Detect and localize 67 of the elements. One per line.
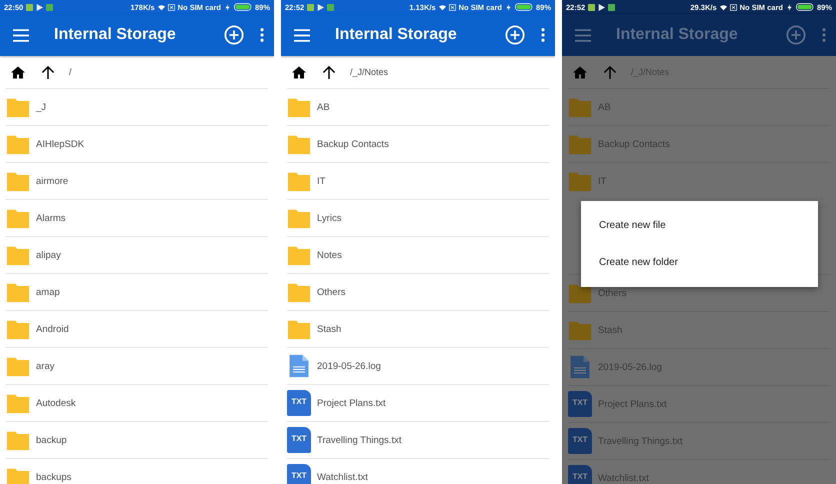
more-options-icon[interactable] [541,28,545,42]
play-icon [317,4,324,10]
file-name[interactable]: 2019-05-26.log [317,360,381,372]
file-name[interactable]: Notes [317,250,342,260]
file-name[interactable]: Alarms [36,212,66,224]
play-icon [36,4,44,10]
text-file-icon: TXT [287,427,311,453]
play-icon [598,4,606,10]
text-file-icon: TXT [287,390,311,416]
battery-icon [514,3,533,11]
wifi-icon [158,4,165,10]
app-title: Internal Storage [54,26,177,44]
file-name[interactable]: Stash [317,324,342,334]
notification-icon [46,4,54,10]
file-name[interactable]: alipay [36,250,61,260]
file-name[interactable]: AIHlepSDK [36,138,84,150]
add-icon[interactable] [786,25,806,45]
file-name[interactable]: Travelling Things.txt [317,434,402,446]
more-options-icon[interactable] [260,28,264,42]
battery-icon [796,3,814,11]
file-name[interactable]: Android [36,324,69,334]
notification-icon [608,4,616,10]
notification-icon [588,4,596,10]
file-name[interactable]: _J [36,102,46,112]
file-name[interactable]: backup [36,434,67,446]
sim-icon [168,4,175,10]
file-name[interactable]: Lyrics [317,212,342,224]
current-path: /_J/Notes [350,67,388,77]
sim-icon [448,4,456,10]
notification-icon [26,4,34,10]
sim-icon [730,4,737,10]
document-icon [287,354,311,378]
file-name[interactable]: aray [36,360,54,372]
text-file-icon: TXT [568,391,592,417]
file-name[interactable]: IT [317,176,326,186]
home-icon[interactable] [11,66,25,78]
current-path: / [69,67,72,77]
battery-icon [234,3,252,11]
charging-icon [786,4,793,10]
notification-icon [327,4,334,10]
app-title: Internal Storage [335,26,458,44]
menu-item[interactable]: Create new folder [581,257,818,268]
file-name[interactable]: Autodesk [36,398,76,408]
text-file-icon: TXT [568,428,592,454]
file-name[interactable]: Others [317,286,346,298]
document-icon [568,355,592,379]
file-name[interactable]: Watchlist.txt [317,472,368,482]
charging-icon [224,4,231,10]
text-file-icon: TXT [568,465,592,484]
notification-icon [307,4,314,10]
file-name[interactable]: airmore [36,176,68,186]
up-arrow-icon[interactable] [322,66,336,78]
home-icon[interactable] [292,66,306,78]
wifi-icon [438,4,446,10]
up-arrow-icon[interactable] [41,66,55,78]
text-file-icon: TXT [287,464,311,484]
menu-item[interactable]: Create new file [581,220,818,231]
file-name[interactable]: Backup Contacts [317,138,389,150]
more-options-icon[interactable] [822,28,826,42]
menu-icon[interactable] [575,28,591,42]
charging-icon [504,4,512,10]
file-name[interactable]: AB [317,102,330,112]
wifi-icon [720,4,727,10]
app-title: Internal Storage [616,26,739,44]
file-name[interactable]: backups [36,472,72,482]
file-name[interactable]: amap [36,286,60,298]
file-name[interactable]: Project Plans.txt [317,398,386,408]
